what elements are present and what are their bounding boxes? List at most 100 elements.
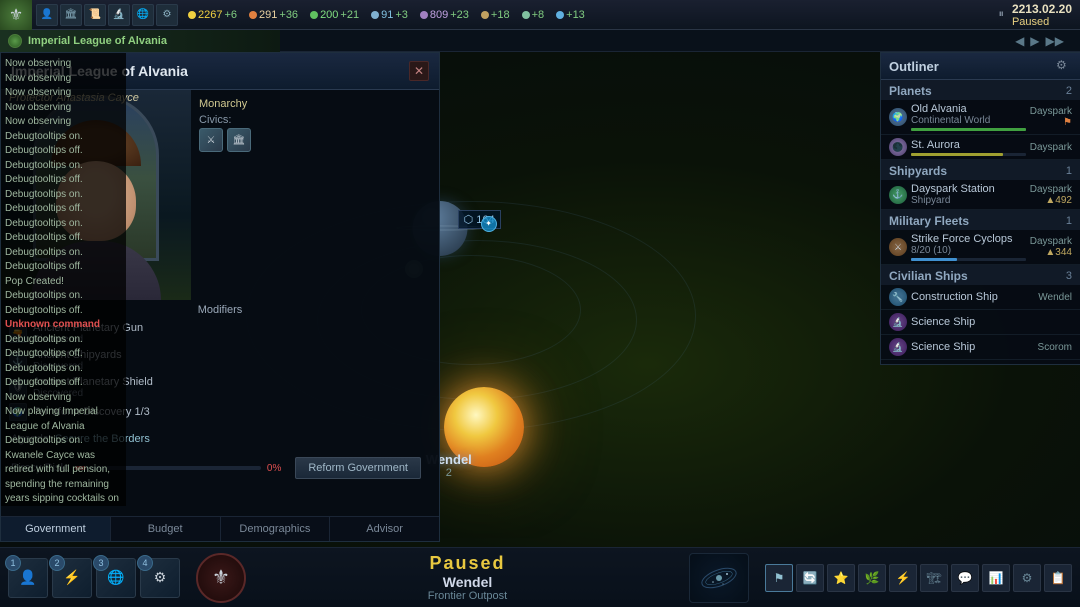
br-icon-2[interactable]: 🔄 xyxy=(796,564,824,592)
fleet-status-icon: ✦ xyxy=(481,216,497,232)
br-icon-6[interactable]: 🏗 xyxy=(920,564,948,592)
console-line-20: Debugtooltips on. xyxy=(5,333,122,348)
gov-panel-close[interactable]: ✕ xyxy=(409,61,429,81)
console-line-6: Debugtooltips on. xyxy=(5,130,122,145)
br-icon-9[interactable]: ⚙ xyxy=(1013,564,1041,592)
planet-old-alvania[interactable]: 🌍 Old Alvania Continental World Dayspark… xyxy=(881,100,1080,135)
minerals-delta: +36 xyxy=(279,9,298,21)
shipyard-icon: ⚓ xyxy=(889,186,907,204)
console-line-17: Debugtooltips on. xyxy=(5,289,122,304)
outliner-gear-icon[interactable]: ⚙ xyxy=(1056,58,1072,74)
bottom-right-icons: ⚑ 🔄 ⭐ 🌿 ⚡ 🏗 💬 📊 ⚙ 📋 xyxy=(757,564,1080,592)
galaxy-map-btn[interactable] xyxy=(689,553,749,603)
menu-icon-1[interactable]: 👤 xyxy=(36,4,58,26)
shipyard-type: Shipyard xyxy=(911,195,1026,206)
br-icon-8[interactable]: 📊 xyxy=(982,564,1010,592)
bottom-icon-4-symbol: ⚙ xyxy=(154,569,167,586)
console-line-14: Debugtooltips on. xyxy=(5,246,122,261)
planet-2-icon: 🌑 xyxy=(889,138,907,156)
ship-construction[interactable]: 🔧 Construction Ship Wendel xyxy=(881,285,1080,310)
fleet-cyclops[interactable]: ⚔ Strike Force Cyclops 8/20 (10) Dayspar… xyxy=(881,230,1080,265)
speed-prev[interactable]: ◀ xyxy=(1015,34,1024,48)
bottom-icon-1[interactable]: 👤 1 xyxy=(8,558,48,598)
construction-ship-right: Wendel xyxy=(1038,292,1072,303)
government-type: Monarchy xyxy=(199,98,431,110)
br-icon-4[interactable]: 🌿 xyxy=(858,564,886,592)
empire-name[interactable]: Imperial League of Alvania xyxy=(28,35,167,47)
br-icon-1[interactable]: ⚑ xyxy=(765,564,793,592)
resource-alloys: 91 +3 xyxy=(365,9,414,21)
energy-delta: +6 xyxy=(224,9,237,21)
br-icon-7[interactable]: 💬 xyxy=(951,564,979,592)
civics-label: Civics: xyxy=(199,114,431,126)
console-line-2: Now observing xyxy=(5,72,122,87)
tab-government[interactable]: Government xyxy=(1,517,111,541)
br-icon-3[interactable]: ⭐ xyxy=(827,564,855,592)
menu-icon-5[interactable]: 🌐 xyxy=(132,4,154,26)
pause-icon[interactable]: ⏸ xyxy=(998,8,1004,21)
fleet-cyclops-power: ▲344 xyxy=(1045,247,1072,258)
cgoods-value: 809 xyxy=(430,9,448,21)
tab-demographics[interactable]: Demographics xyxy=(221,517,331,541)
menu-icon-2[interactable]: 🏛 xyxy=(60,4,82,26)
planet-st-aurora[interactable]: 🌑 St. Aurora Dayspark xyxy=(881,135,1080,160)
food-delta: +21 xyxy=(340,9,359,21)
science-ship-2-right: Scorom xyxy=(1038,342,1072,353)
shipyard-location: Dayspark xyxy=(1030,184,1072,195)
bottom-icon-1-symbol: 👤 xyxy=(19,569,36,586)
reform-btn[interactable]: Reform Government xyxy=(295,457,421,479)
fleet-marker[interactable]: ⬡ 164 ✦ xyxy=(458,210,501,229)
shipyard-right: Dayspark ▲492 xyxy=(1030,184,1072,206)
console-line-16: Pop Created! xyxy=(5,275,122,290)
empire-flag xyxy=(8,34,22,48)
section-planets-header: Planets 2 xyxy=(881,80,1080,100)
bottom-icon-4-badge: 4 xyxy=(137,555,153,571)
food-value: 200 xyxy=(320,9,338,21)
menu-icon-6[interactable]: ⚙ xyxy=(156,4,178,26)
science-ship-2-info: Science Ship xyxy=(911,341,1034,353)
speed-fast[interactable]: ▶▶ xyxy=(1046,34,1064,48)
resource-energy: 2267 +6 xyxy=(182,9,243,21)
menu-icon-4[interactable]: 🔬 xyxy=(108,4,130,26)
console-line-4: Now observing xyxy=(5,101,122,116)
construction-ship-name: Construction Ship xyxy=(911,291,1034,303)
app-logo[interactable]: ⚜ xyxy=(0,0,32,30)
br-icon-10[interactable]: 📋 xyxy=(1044,564,1072,592)
speed-play[interactable]: ▶ xyxy=(1030,34,1039,48)
civic-icon-1[interactable]: ⚔ xyxy=(199,128,223,152)
ship-science-2[interactable]: 🔬 Science Ship Scorom xyxy=(881,335,1080,360)
bottom-center: Paused Wendel Frontier Outpost xyxy=(254,553,681,602)
civic-icon-2[interactable]: 🏛 xyxy=(227,128,251,152)
military-count: 1 xyxy=(1066,215,1072,227)
science-delta: +13 xyxy=(566,9,585,21)
br-icon-5[interactable]: ⚡ xyxy=(889,564,917,592)
resource-influence: +18 xyxy=(475,9,516,21)
bottom-icon-3-badge: 3 xyxy=(93,555,109,571)
console-line-25: Now playing Imperial League of Alvania xyxy=(5,405,122,434)
bottom-system-name: Wendel xyxy=(443,574,493,590)
planet-2-bar-fill xyxy=(911,153,1003,156)
bottom-icon-2[interactable]: ⚡ 2 xyxy=(52,558,92,598)
resource-food: 200 +21 xyxy=(304,9,365,21)
civics-icons: ⚔ 🏛 xyxy=(199,128,431,152)
paused-text: Paused xyxy=(429,553,505,574)
console-error-unknown: Unknown command xyxy=(5,318,122,333)
console-line-26: Debugtooltips on. xyxy=(5,434,122,449)
bottom-icon-3[interactable]: 🌐 3 xyxy=(96,558,136,598)
tab-advisor[interactable]: Advisor xyxy=(330,517,439,541)
fleet-cyclops-name: Strike Force Cyclops xyxy=(911,233,1026,245)
console-line-7: Debugtooltips off. xyxy=(5,144,122,159)
shipyard-dayspark[interactable]: ⚓ Dayspark Station Shipyard Dayspark ▲49… xyxy=(881,180,1080,210)
console-line-22: Debugtooltips on. xyxy=(5,362,122,377)
resource-science: +13 xyxy=(550,9,591,21)
bottom-icon-4[interactable]: ⚙ 4 xyxy=(140,558,180,598)
fleet-cyclops-location: Dayspark xyxy=(1030,236,1072,247)
planet-1-location: Dayspark xyxy=(1030,106,1072,117)
bottom-left-icons: 👤 1 ⚡ 2 🌐 3 ⚙ 4 xyxy=(0,558,188,598)
faction-emblem[interactable]: ⚜ xyxy=(196,553,246,603)
cgoods-delta: +23 xyxy=(450,9,469,21)
tab-budget[interactable]: Budget xyxy=(111,517,221,541)
menu-icon-3[interactable]: 📜 xyxy=(84,4,106,26)
ship-science-1[interactable]: 🔬 Science Ship xyxy=(881,310,1080,335)
bottom-icon-3-symbol: 🌐 xyxy=(107,569,124,586)
